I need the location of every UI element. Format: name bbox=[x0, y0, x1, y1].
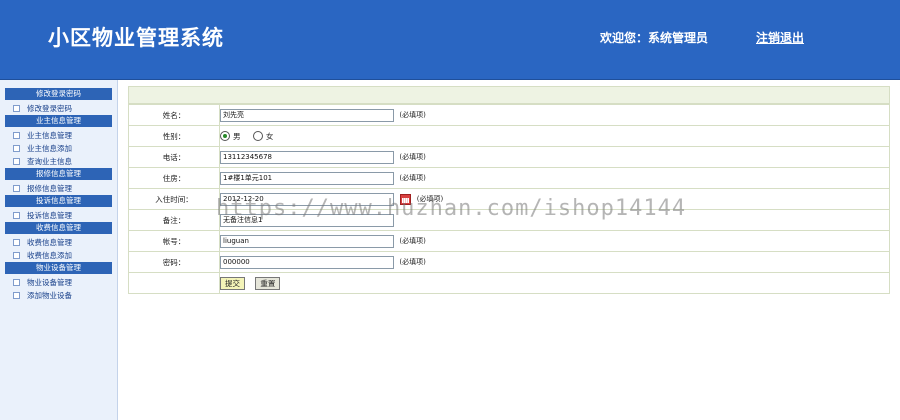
sidebar-group-equipment: 物业设备管理 bbox=[5, 262, 112, 274]
phone-required-hint: (必填项) bbox=[399, 153, 426, 161]
form-row-phone: 电话： 13112345678 (必填项) bbox=[128, 146, 890, 168]
menu-bullet-icon bbox=[13, 145, 20, 152]
name-required-hint: (必填项) bbox=[399, 111, 426, 119]
top-header: 小区物业管理系统 欢迎您：系统管理员 注销退出 bbox=[0, 0, 900, 80]
menu-bullet-icon bbox=[13, 158, 20, 165]
move-in-required-hint: (必填项) bbox=[416, 195, 444, 203]
sidebar-item-owner-add[interactable]: 业主信息添加 bbox=[0, 142, 117, 155]
gender-male-radio[interactable] bbox=[220, 131, 230, 141]
reset-button[interactable]: 重置 bbox=[255, 276, 281, 290]
form-top-bar bbox=[128, 86, 890, 104]
move-in-label: 入住时间： bbox=[128, 188, 220, 210]
gender-male-label: 男 bbox=[233, 131, 241, 141]
form-row-actions: 提交 重置 bbox=[128, 272, 890, 294]
form-row-move-in: 入住时间： 2012-12-20 (必填项) bbox=[128, 188, 890, 210]
sidebar-item-change-password[interactable]: 修改登录密码 bbox=[0, 102, 117, 115]
gender-label: 性别： bbox=[128, 125, 220, 147]
sidebar-item-equipment-add[interactable]: 添加物业设备 bbox=[0, 289, 117, 302]
form-row-residence: 住房： 1#楼1单元101 (必填项) bbox=[128, 167, 890, 189]
menu-bullet-icon bbox=[13, 132, 20, 139]
account-required-hint: (必填项) bbox=[399, 237, 426, 245]
welcome-text: 欢迎您：系统管理员 bbox=[600, 31, 709, 45]
sidebar: 修改登录密码 修改登录密码 业主信息管理 业主信息管理 业主信息添加 查询业主信… bbox=[0, 80, 118, 420]
sidebar-item-fee-add[interactable]: 收费信息添加 bbox=[0, 249, 117, 262]
gender-female-label: 女 bbox=[265, 131, 274, 141]
password-required-hint: (必填项) bbox=[399, 258, 426, 266]
sidebar-item-owner-manage[interactable]: 业主信息管理 bbox=[0, 129, 117, 142]
menu-bullet-icon bbox=[13, 185, 20, 192]
sidebar-group-owner: 业主信息管理 bbox=[5, 115, 112, 127]
menu-bullet-icon bbox=[13, 239, 20, 246]
name-label: 姓名： bbox=[128, 104, 220, 126]
account-label: 帐号： bbox=[128, 230, 220, 252]
form-row-gender: 性别： 男 女 bbox=[128, 125, 890, 147]
residence-input[interactable]: 1#楼1单元101 bbox=[220, 171, 394, 185]
password-label: 密码： bbox=[128, 251, 220, 273]
remark-label: 备注： bbox=[128, 209, 220, 231]
password-input[interactable]: 000000 bbox=[220, 255, 394, 269]
sidebar-group-repair: 报修信息管理 bbox=[5, 168, 112, 180]
sidebar-item-fee-manage[interactable]: 收费信息管理 bbox=[0, 236, 117, 249]
residence-required-hint: (必填项) bbox=[399, 174, 426, 182]
name-input[interactable]: 刘先亮 bbox=[220, 108, 394, 122]
main-panel: 姓名： 刘先亮 (必填项) 性别： 男 女 电话： 13112345678 (必… bbox=[128, 86, 890, 300]
owner-edit-form: 姓名： 刘先亮 (必填项) 性别： 男 女 电话： 13112345678 (必… bbox=[128, 104, 890, 294]
menu-bullet-icon bbox=[13, 212, 20, 219]
move-in-date-input[interactable]: 2012-12-20 bbox=[220, 192, 394, 206]
gender-female-radio[interactable] bbox=[252, 131, 263, 141]
phone-label: 电话： bbox=[128, 146, 220, 168]
sidebar-item-equipment-manage[interactable]: 物业设备管理 bbox=[0, 276, 117, 289]
sidebar-group-fee: 收费信息管理 bbox=[5, 222, 112, 234]
app-title: 小区物业管理系统 bbox=[48, 25, 224, 50]
sidebar-item-complaint-manage[interactable]: 投诉信息管理 bbox=[0, 209, 117, 222]
menu-bullet-icon bbox=[13, 105, 20, 112]
form-row-account: 帐号： liuguan (必填项) bbox=[128, 230, 890, 252]
account-input[interactable]: liuguan bbox=[220, 234, 394, 248]
residence-label: 住房： bbox=[128, 167, 220, 189]
sidebar-group-password: 修改登录密码 bbox=[5, 88, 112, 100]
menu-bullet-icon bbox=[13, 292, 20, 299]
form-row-password: 密码： 000000 (必填项) bbox=[128, 251, 890, 273]
form-row-remark: 备注： 无备注信息1 bbox=[128, 209, 890, 231]
calendar-icon[interactable] bbox=[400, 193, 412, 205]
sidebar-group-complaint: 投诉信息管理 bbox=[5, 195, 112, 207]
form-row-name: 姓名： 刘先亮 (必填项) bbox=[128, 104, 890, 126]
remark-input[interactable]: 无备注信息1 bbox=[220, 213, 394, 227]
menu-bullet-icon bbox=[13, 252, 20, 259]
phone-input[interactable]: 13112345678 bbox=[220, 150, 394, 164]
submit-button[interactable]: 提交 bbox=[220, 276, 245, 290]
menu-bullet-icon bbox=[13, 279, 20, 286]
sidebar-item-repair-manage[interactable]: 报修信息管理 bbox=[0, 182, 117, 195]
logout-link[interactable]: 注销退出 bbox=[756, 29, 804, 46]
sidebar-item-owner-search[interactable]: 查询业主信息 bbox=[0, 155, 117, 168]
